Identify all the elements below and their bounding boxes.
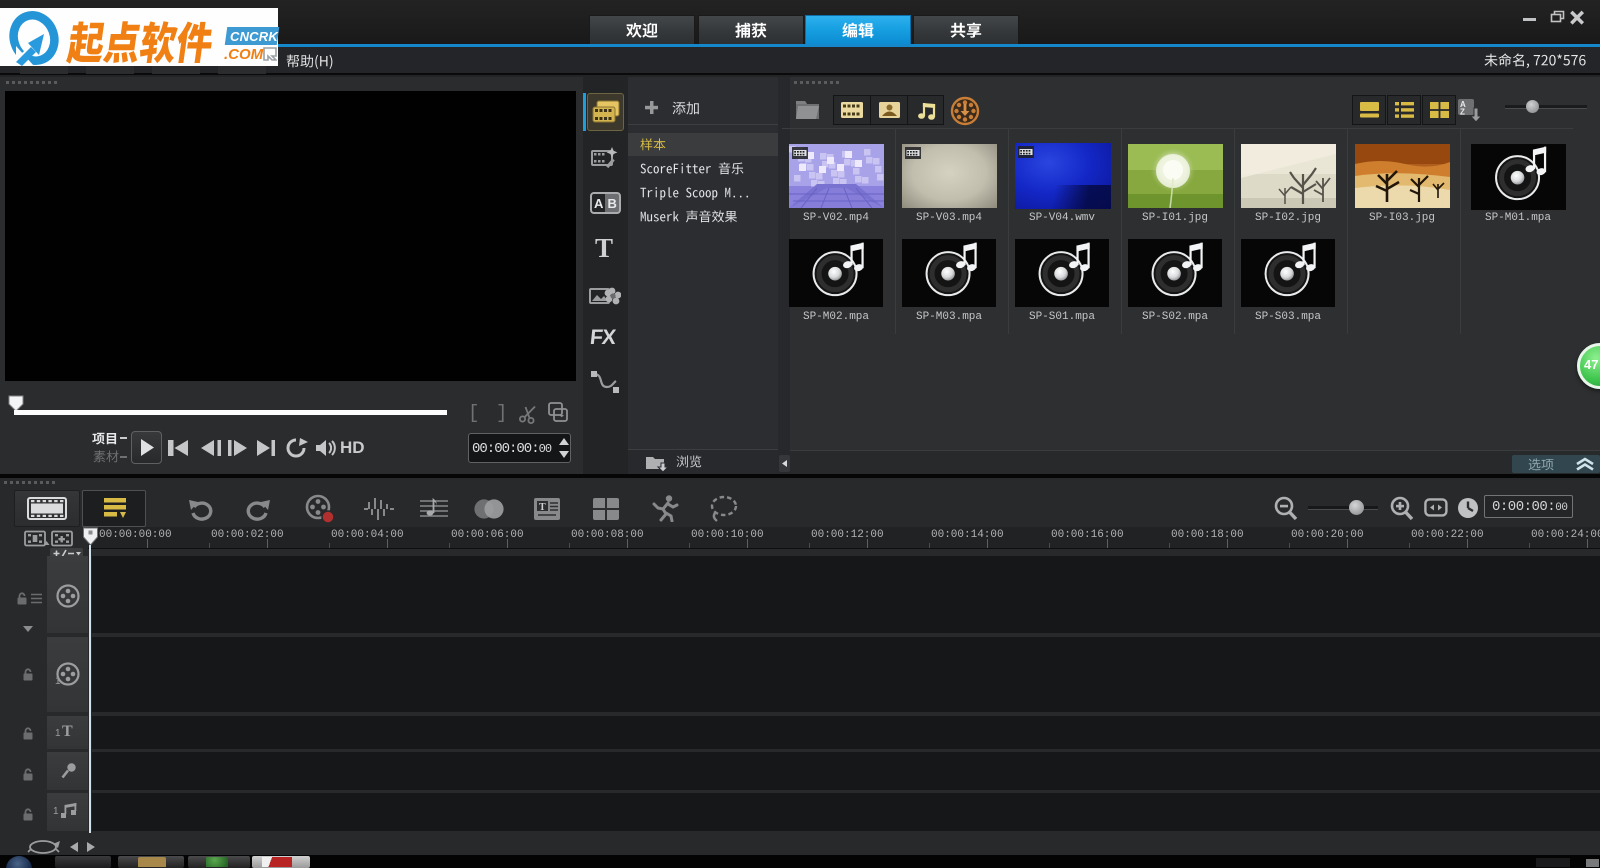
svg-text:A: A <box>594 196 604 211</box>
svg-text:B: B <box>608 196 617 211</box>
svg-text:Z: Z <box>1460 108 1465 117</box>
svg-text:T: T <box>539 502 546 513</box>
